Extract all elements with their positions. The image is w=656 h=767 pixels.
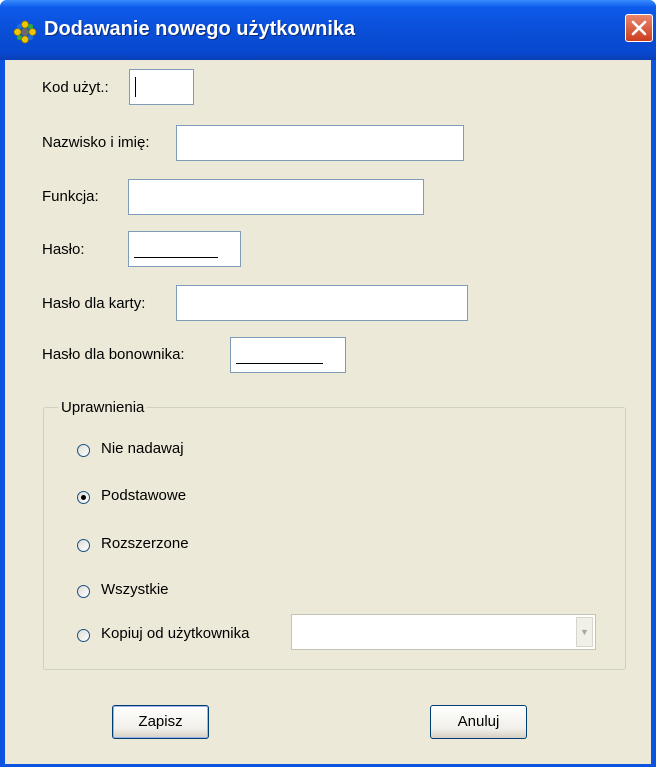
radio-podstawowe[interactable] (77, 491, 90, 504)
function-label: Funkcja: (42, 188, 99, 205)
title-bar[interactable]: Dodawanie nowego użytkownika (0, 0, 656, 60)
save-button[interactable]: Zapisz (112, 705, 209, 739)
password-underline (134, 257, 218, 258)
dialog-window: Dodawanie nowego użytkownika Kod użyt.: … (0, 0, 656, 767)
card-password-label: Hasło dla karty: (42, 295, 146, 312)
password-underline (236, 363, 323, 364)
radio-rozszerzone[interactable] (77, 539, 90, 552)
chevron-down-icon[interactable]: ▼ (576, 617, 593, 647)
permissions-group-title: Uprawnienia (58, 399, 148, 416)
radio-label-rozszerzone[interactable]: Rozszerzone (101, 535, 189, 552)
name-input[interactable] (176, 125, 464, 161)
close-button[interactable] (625, 14, 653, 42)
close-icon (631, 20, 647, 36)
app-settings-icon (13, 20, 37, 44)
radio-label-kopiuj[interactable]: Kopiuj od użytkownika (101, 625, 249, 642)
voucher-password-label: Hasło dla bonownika: (42, 346, 185, 363)
password-label: Hasło: (42, 241, 85, 258)
cancel-button[interactable]: Anuluj (430, 705, 527, 739)
password-input[interactable] (128, 231, 241, 267)
function-input[interactable] (128, 179, 424, 215)
radio-kopiuj[interactable] (77, 629, 90, 642)
copy-from-user-select[interactable]: ▼ (291, 614, 596, 650)
radio-label-podstawowe[interactable]: Podstawowe (101, 487, 186, 504)
text-caret (135, 77, 136, 97)
user-code-input[interactable] (129, 69, 194, 105)
card-password-input[interactable] (176, 285, 468, 321)
radio-wszystkie[interactable] (77, 585, 90, 598)
radio-label-nie-nadawaj[interactable]: Nie nadawaj (101, 440, 184, 457)
name-label: Nazwisko i imię: (42, 134, 150, 151)
window-title: Dodawanie nowego użytkownika (44, 18, 356, 40)
radio-nie-nadawaj[interactable] (77, 444, 90, 457)
radio-label-wszystkie[interactable]: Wszystkie (101, 581, 169, 598)
voucher-password-input[interactable] (230, 337, 346, 373)
user-code-label: Kod użyt.: (42, 79, 109, 96)
